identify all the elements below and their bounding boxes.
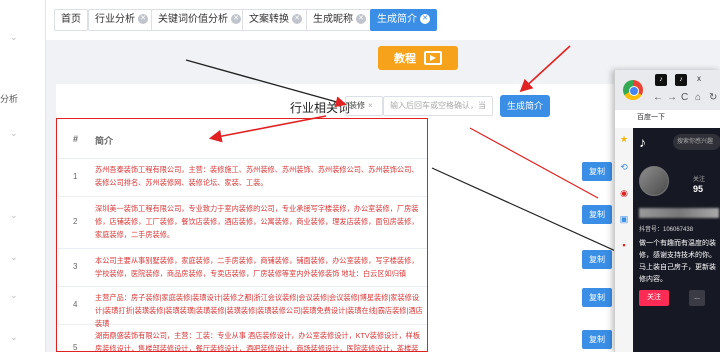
refresh-icon[interactable]: ↻: [709, 92, 717, 103]
row-number: 1: [73, 172, 78, 181]
tab-keyword-value[interactable]: 关键词价值分析 ✕: [151, 9, 248, 31]
keyword-tag[interactable]: 装修 ×: [345, 96, 383, 116]
tag-text: 装修: [349, 101, 365, 110]
tab-label: 生成简介: [377, 14, 417, 25]
tiktok-tab-icon[interactable]: ♪: [655, 74, 667, 86]
douyin-id: 抖音号：106067438: [639, 227, 694, 233]
row-text: 苏州吾泰装饰工程有限公司，主营：装修施工、苏州装修、苏州装饰、苏州装修公司、苏州…: [95, 165, 419, 187]
tab-label: 关键词价值分析: [158, 14, 228, 25]
copy-button[interactable]: 复制: [582, 330, 612, 349]
tutorial-label: 教程: [394, 53, 416, 65]
close-icon[interactable]: ✕: [138, 14, 148, 25]
row-text: 本公司主要从事别墅装修，家庭装修，二手房装修，商铺装修，铺面装修，办公室装修，写…: [95, 256, 419, 278]
table-row: 2 深圳美一装饰工程有限公司，专业致力于室内装修的公司，专业承接写字楼装修，办公…: [57, 197, 427, 249]
close-icon[interactable]: ✕: [292, 14, 302, 25]
app-window: ⌄ 分析 ⌄ ⌄ ⌄ ⌄ ⌄ 首页 行业分析 ✕ 关键词价值分析 ✕ 文案转换 ✕ 生…: [0, 0, 720, 352]
column-header-index: #: [73, 134, 79, 144]
follow-count-label: 关注: [693, 177, 706, 183]
chrome-icon[interactable]: [623, 80, 643, 100]
tiktok-logo-icon: ♪: [639, 134, 646, 150]
browser-titlebar: ♪ ♪ x ← → C ⌂ ↻: [615, 70, 720, 110]
window-icon[interactable]: ▣: [619, 214, 629, 224]
keyword-label: 行业相关词: [290, 99, 351, 116]
douyin-profile: ♪ 搜索你感兴趣 关注 95 抖音号：106067438 做一个有趣而有温度的装…: [633, 128, 720, 352]
follow-button[interactable]: 关注: [639, 290, 669, 306]
star-icon[interactable]: ★: [619, 134, 629, 144]
generate-intro-button[interactable]: 生成简介: [500, 95, 550, 117]
copy-button[interactable]: 复制: [582, 250, 612, 269]
chevron-down-icon[interactable]: ⌄: [10, 32, 18, 43]
tab-label: 行业分析: [95, 14, 135, 25]
bookmark-baidu[interactable]: 百度一下: [637, 112, 665, 122]
close-icon[interactable]: ×: [368, 101, 373, 110]
browser-window: ♪ ♪ x ← → C ⌂ ↻ 百度一下 ★ ⟲ ◉ ▣ ▪ ♪ 搜索你感兴趣 …: [614, 70, 720, 352]
tab-bar: 首页 行业分析 ✕ 关键词价值分析 ✕ 文案转换 ✕ 生成昵称 ✕ 生成简介 ✕: [46, 0, 720, 40]
row-number: 2: [73, 217, 78, 226]
keyword-input[interactable]: 输入后回车或空格确认，当: [383, 96, 493, 116]
profile-bio: 做一个有趣而有温度的装修，感谢支持技术的你。马上装自己房子，更新装修内容。: [639, 240, 716, 283]
close-icon[interactable]: ✕: [420, 14, 430, 25]
close-icon[interactable]: ✕: [231, 14, 241, 25]
tab-label: 首页: [61, 14, 81, 25]
chevron-down-icon[interactable]: ⌄: [10, 210, 18, 221]
row-number: 5: [73, 343, 78, 352]
tutorial-button[interactable]: 教程: [378, 46, 458, 70]
forward-icon[interactable]: →: [667, 92, 677, 103]
copy-button[interactable]: 复制: [582, 205, 612, 224]
table-header: # 简介: [57, 119, 427, 159]
tab-label: 生成昵称: [313, 14, 353, 25]
row-number: 3: [73, 262, 78, 271]
chevron-down-icon[interactable]: ⌄: [10, 332, 18, 343]
row-text: 湖南鼎盛装饰有限公司，主营：工装：专业从事 酒店装修设计，办公室装修设计，KTV…: [95, 331, 421, 352]
reload-icon[interactable]: C: [681, 92, 688, 103]
back-icon[interactable]: ←: [653, 92, 663, 103]
column-header-intro: 简介: [95, 136, 114, 146]
tiktok-tab-icon[interactable]: ♪: [675, 74, 687, 86]
chevron-down-icon[interactable]: ⌄: [10, 252, 18, 263]
table-row: 5 湖南鼎盛装饰有限公司，主营：工装：专业从事 酒店装修设计，办公室装修设计，K…: [57, 325, 427, 352]
left-sidebar: ⌄ 分析 ⌄ ⌄ ⌄ ⌄ ⌄: [0, 0, 46, 352]
intro-table: # 简介 1 苏州吾泰装饰工程有限公司，主营：装修施工、苏州装修、苏州装饰、苏州…: [56, 118, 428, 352]
blurred-username: [639, 208, 719, 218]
tab-generate-intro[interactable]: 生成简介 ✕: [370, 9, 437, 31]
tab-generate-nickname[interactable]: 生成昵称 ✕: [306, 9, 373, 31]
chevron-down-icon[interactable]: ⌄: [10, 128, 18, 139]
table-row: 3 本公司主要从事别墅装修，家庭装修，二手房装修，商铺装修，铺面装修，办公室装修…: [57, 249, 427, 287]
copy-button[interactable]: 复制: [582, 288, 612, 307]
close-icon[interactable]: x: [697, 74, 701, 83]
video-icon: [424, 51, 442, 65]
follow-count: 95: [693, 184, 704, 194]
tab-label: 文案转换: [249, 14, 289, 25]
home-icon[interactable]: ⌂: [695, 92, 701, 103]
weibo-icon[interactable]: ◉: [619, 188, 629, 198]
chevron-down-icon[interactable]: ⌄: [10, 290, 18, 301]
close-icon[interactable]: ✕: [356, 14, 366, 25]
row-number: 4: [73, 300, 78, 309]
avatar[interactable]: [639, 166, 669, 196]
tab-copy-convert[interactable]: 文案转换 ✕: [242, 9, 309, 31]
browser-sidebar: ★ ⟲ ◉ ▣ ▪: [615, 128, 633, 352]
tab-home[interactable]: 首页: [54, 9, 88, 31]
app-icon[interactable]: ▪: [619, 240, 629, 250]
sidebar-item-label[interactable]: 分析: [0, 92, 18, 105]
copy-button[interactable]: 复制: [582, 162, 612, 181]
table-row: 1 苏州吾泰装饰工程有限公司，主营：装修施工、苏州装修、苏州装饰、苏州装修公司、…: [57, 159, 427, 197]
tab-industry-analysis[interactable]: 行业分析 ✕: [88, 9, 155, 31]
row-text: 深圳美一装饰工程有限公司，专业致力于室内装修的公司，专业承接写字楼装修，办公室装…: [95, 204, 419, 239]
search-input[interactable]: 搜索你感兴趣: [673, 134, 720, 150]
history-icon[interactable]: ⟲: [619, 162, 629, 172]
more-button[interactable]: ...: [689, 290, 705, 306]
table-row: 4 主营产品：房子装修|家庭装修|装璜设计|装修之都|浙江会议装修|会议装修|会…: [57, 287, 427, 328]
